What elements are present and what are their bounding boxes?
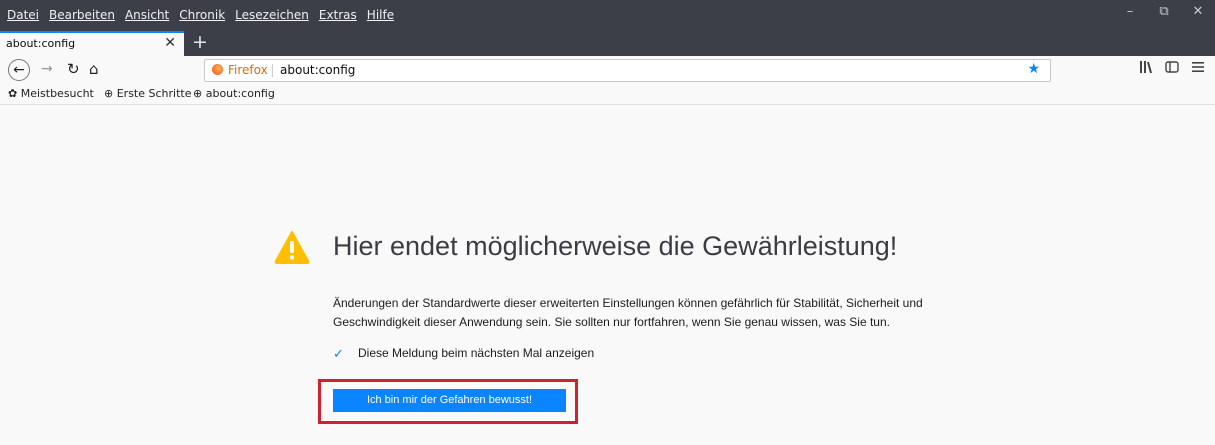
- globe-icon: ⊕: [104, 87, 114, 100]
- library-icon[interactable]: [1139, 60, 1153, 74]
- globe-icon: ⊕: [193, 87, 203, 100]
- new-tab-icon[interactable]: +: [192, 31, 208, 53]
- checkbox-label: Diese Meldung beim nächsten Mal anzeigen: [358, 346, 595, 360]
- menu-chronik[interactable]: Chronik: [179, 8, 225, 22]
- url-text[interactable]: about:config: [280, 63, 355, 77]
- url-bar[interactable]: Firefox about:config ★: [204, 59, 1051, 82]
- warning-icon: [274, 231, 310, 264]
- show-warning-checkbox-row[interactable]: ✓ Diese Meldung beim nächsten Mal anzeig…: [333, 346, 594, 360]
- firefox-icon: [212, 64, 223, 75]
- tab-title: about:config: [6, 37, 76, 50]
- page-content: [0, 105, 1215, 445]
- navigation-toolbar: ← → ↻ ⌂ Firefox about:config ★: [0, 56, 1215, 84]
- bookmark-star-icon[interactable]: ★: [1027, 61, 1040, 77]
- toolbar-tools: [1139, 60, 1205, 74]
- bookmark-about-config[interactable]: ⊕ about:config: [193, 87, 275, 100]
- accept-risk-button[interactable]: Ich bin mir der Gefahren bewusst!: [333, 389, 566, 412]
- minimize-icon[interactable]: –: [1113, 4, 1147, 19]
- menu-lesezeichen[interactable]: Lesezeichen: [235, 8, 309, 22]
- bookmark-label: about:config: [205, 87, 275, 100]
- tab-strip: about:config ✕ +: [0, 31, 1215, 56]
- close-window-icon[interactable]: ✕: [1181, 4, 1215, 19]
- gear-icon: ✿: [8, 87, 18, 100]
- back-icon[interactable]: ←: [8, 59, 30, 81]
- restore-icon[interactable]: ⧉: [1147, 4, 1181, 19]
- forward-icon[interactable]: →: [41, 61, 53, 77]
- url-separator: [272, 64, 273, 77]
- warning-description: Änderungen der Standardwerte dieser erwe…: [333, 296, 923, 329]
- bookmark-meistbesucht[interactable]: ✿ Meistbesucht: [8, 87, 94, 100]
- menu-datei[interactable]: Datei: [7, 8, 39, 22]
- hamburger-menu-icon[interactable]: [1191, 60, 1205, 74]
- title-bar: Datei Bearbeiten Ansicht Chronik Lesezei…: [0, 0, 1215, 31]
- home-icon[interactable]: ⌂: [89, 60, 99, 78]
- page-title: Hier endet möglicherweise die Gewährleis…: [333, 231, 898, 261]
- bookmark-label: Erste Schritte: [116, 87, 192, 100]
- window-controls: – ⧉ ✕: [1113, 4, 1215, 19]
- menu-bearbeiten[interactable]: Bearbeiten: [49, 8, 115, 22]
- menu-hilfe[interactable]: Hilfe: [367, 8, 394, 22]
- bookmarks-toolbar: ✿ Meistbesucht ⊕ Erste Schritte ⊕ about:…: [0, 84, 1215, 105]
- menu-ansicht[interactable]: Ansicht: [125, 8, 169, 22]
- bookmark-erste-schritte[interactable]: ⊕ Erste Schritte: [104, 87, 191, 100]
- tab-about-config[interactable]: about:config ✕: [0, 31, 184, 56]
- menu-extras[interactable]: Extras: [319, 8, 357, 22]
- checkmark-icon[interactable]: ✓: [333, 347, 346, 360]
- identity-label[interactable]: Firefox: [228, 63, 268, 77]
- sidebar-icon[interactable]: [1165, 60, 1179, 74]
- reload-icon[interactable]: ↻: [67, 60, 80, 78]
- menu-bar: Datei Bearbeiten Ansicht Chronik Lesezei…: [7, 8, 394, 22]
- close-tab-icon[interactable]: ✕: [164, 35, 176, 51]
- bookmark-label: Meistbesucht: [20, 87, 94, 100]
